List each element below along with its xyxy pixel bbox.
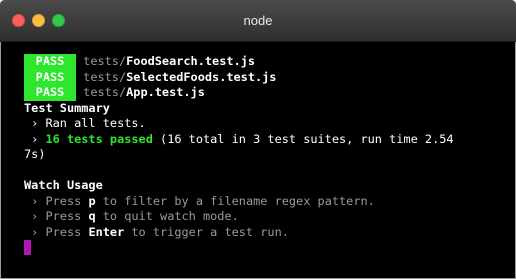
watch-usage-heading: Watch Usage xyxy=(24,178,103,192)
title-bar[interactable]: node xyxy=(0,0,516,42)
test-result-line: PASS tests/SelectedFoods.test.js xyxy=(24,69,516,85)
watch-usage-item: › Press Enter to trigger a test run. xyxy=(24,225,516,241)
ran-all-tests-line: › Ran all tests. xyxy=(24,116,146,130)
watch-usage-item: › Press p to filter by a filename regex … xyxy=(24,194,516,210)
watch-item-prefix: › Press xyxy=(24,193,89,208)
terminal-cursor xyxy=(24,240,31,255)
pass-badge: PASS xyxy=(24,85,76,101)
test-dir: tests/ xyxy=(83,69,127,84)
watch-item-suffix: to quit watch mode. xyxy=(95,209,239,223)
test-dir: tests/ xyxy=(83,54,127,68)
terminal-output[interactable]: PASS tests/FoodSearch.test.js PASS tests… xyxy=(24,54,516,274)
watch-item-prefix: › Press xyxy=(24,224,89,239)
test-file: FoodSearch.test.js xyxy=(126,54,255,68)
tests-passed-line: › 16 tests passed (16 total in 3 test su… xyxy=(24,132,516,148)
watch-item-suffix: to filter by a filename regex pattern. xyxy=(95,193,375,208)
pass-badge: PASS xyxy=(24,69,76,85)
test-dir: tests/ xyxy=(83,85,127,99)
test-result-line: PASS tests/FoodSearch.test.js xyxy=(24,54,516,70)
prompt-line[interactable] xyxy=(24,240,516,256)
line-prefix: › xyxy=(24,131,46,146)
watch-item-suffix: to trigger a test run. xyxy=(124,224,289,239)
watch-item-prefix: › Press xyxy=(24,209,89,223)
watch-key: p xyxy=(88,193,96,208)
run-details: (16 total in 3 test suites, run time 2.5… xyxy=(152,131,454,146)
test-result-line: PASS tests/App.test.js xyxy=(24,85,516,101)
test-file: App.test.js xyxy=(126,85,205,99)
tests-passed-count: 16 tests passed xyxy=(45,131,153,146)
watch-key: Enter xyxy=(88,224,125,239)
summary-heading: Test Summary xyxy=(24,100,110,115)
test-file: SelectedFoods.test.js xyxy=(126,69,277,84)
watch-key: q xyxy=(88,209,96,223)
terminal-window: node PASS tests/FoodSearch.test.js PASS … xyxy=(0,0,516,279)
watch-usage-item: › Press q to quit watch mode. xyxy=(24,209,516,225)
pass-badge: PASS xyxy=(24,54,76,70)
window-title: node xyxy=(243,13,273,28)
run-details-wrap: 7s) xyxy=(24,147,46,161)
